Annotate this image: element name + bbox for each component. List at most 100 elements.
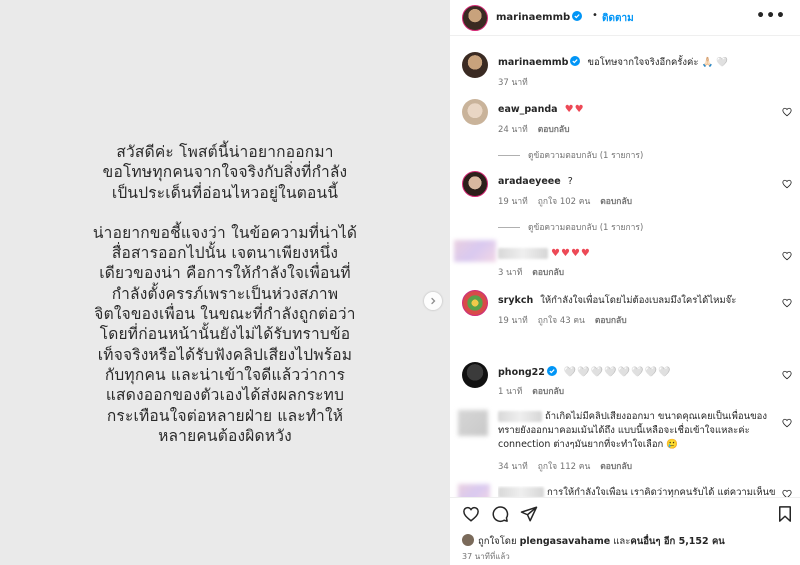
post-line: กระเทือนใจต่อหลายฝ่าย และทำให้	[106, 406, 344, 425]
comment-text: 🤍🤍🤍🤍🤍🤍🤍🤍	[563, 367, 672, 378]
post-line: ขอโทษทุกคนจากใจจริงกับสิ่งที่กำลัง	[102, 163, 348, 182]
follow-button[interactable]: ติดตาม	[602, 11, 634, 26]
blurred-username	[498, 487, 544, 497]
avatar[interactable]	[462, 290, 488, 316]
comment: phong22 🤍🤍🤍🤍🤍🤍🤍🤍	[498, 366, 768, 380]
reply-button[interactable]: ตอบกลับ	[600, 197, 632, 207]
comment-text: ทรายยังออกมาคอมเม้นได้ถึง แบบนี้เหลือจะเ…	[498, 425, 750, 436]
post-line: กับทุกคน และน่าเข้าใจดีแล้วว่าการ	[104, 365, 346, 384]
comment-meta: 3 นาที ตอบกลับ	[498, 265, 574, 279]
avatar[interactable]	[462, 5, 488, 31]
post-line: เป็นประเด็นที่อ่อนไหวอยู่ในตอนนี้	[111, 183, 339, 202]
avatar[interactable]	[458, 484, 490, 497]
comments-list: marinaemmb ขอโทษจากใจจริงอีกครั้งค่ะ 🙏🏻 …	[450, 37, 800, 497]
username-text: phong22	[498, 367, 545, 378]
next-image-button[interactable]	[424, 292, 442, 310]
comment-meta: 24 นาที ตอบกลับ	[498, 122, 580, 136]
like-comment-icon[interactable]	[782, 418, 792, 428]
caption-username[interactable]: marinaemmb	[498, 56, 581, 68]
verified-badge-icon	[546, 366, 557, 376]
blurred-username	[498, 248, 548, 259]
avatar[interactable]	[462, 534, 474, 546]
reply-button[interactable]: ตอบกลับ	[532, 387, 564, 397]
blurred-username	[498, 411, 542, 422]
post-timestamp: 37 นาทีที่แล้ว	[462, 552, 510, 561]
verified-badge-icon	[570, 56, 581, 66]
comment: aradaeyeee ?	[498, 175, 768, 189]
like-comment-icon[interactable]	[782, 489, 792, 497]
reply-button[interactable]: ตอบกลับ	[600, 462, 632, 472]
comment-username[interactable]: phong22	[498, 366, 557, 378]
avatar[interactable]	[462, 171, 488, 197]
comment-icon[interactable]	[491, 505, 509, 523]
comment-likes[interactable]: ถูกใจ 112 คน	[538, 462, 591, 472]
timestamp: 19 นาที	[498, 316, 528, 326]
reply-button[interactable]: ตอบกลับ	[538, 125, 570, 135]
share-icon[interactable]	[520, 505, 538, 523]
timestamp: 24 นาที	[498, 125, 528, 135]
post-image: สวัสดีค่ะ โพสต์นี้น่าอยากออกมา ขอโทษทุกค…	[0, 0, 450, 565]
comment-meta: 19 นาที ถูกใจ 43 คน ตอบกลับ	[498, 313, 637, 327]
action-bar	[450, 497, 800, 529]
bookmark-icon[interactable]	[776, 505, 794, 523]
caption-time: 37 นาที	[498, 75, 538, 89]
avatar[interactable]	[462, 99, 488, 125]
separator-dot: •	[592, 10, 598, 21]
likes-summary: ถูกใจโดย plengasavahame และคนอื่นๆ อีก 5…	[462, 534, 725, 549]
view-replies-button[interactable]: ดูข้อความตอบกลับ (1 รายการ)	[498, 220, 643, 234]
post-line: สวัสดีค่ะ โพสต์นี้น่าอยากออกมา	[116, 143, 334, 161]
post-header: marinaemmb • ติดตาม •••	[450, 0, 800, 36]
avatar[interactable]	[462, 52, 488, 78]
timestamp: 3 นาที	[498, 268, 523, 278]
liked-by-user[interactable]: plengasavahame	[520, 536, 611, 547]
comment-likes[interactable]: ถูกใจ 102 คน	[538, 197, 591, 207]
post-line: จิตใจของเพื่อน ในขณะที่กำลังถูกต่อว่า	[94, 305, 356, 324]
header-username[interactable]: marinaemmb	[496, 11, 583, 23]
caption-text: ขอโทษจากใจจริงอีกครั้งค่ะ 🙏🏻 🤍	[587, 57, 729, 68]
post-line: สื่อสารออกไปนั้น เจตนาเพียงหนึ่ง	[111, 244, 339, 263]
comment-username[interactable]: aradaeyeee	[498, 176, 561, 187]
comment-meta: 19 นาที ถูกใจ 102 คน ตอบกลับ	[498, 194, 642, 208]
chevron-right-icon	[431, 297, 436, 305]
divider	[498, 227, 520, 228]
view-replies-label: ดูข้อความตอบกลับ (1 รายการ)	[528, 151, 644, 161]
comment-username[interactable]: srykch	[498, 295, 533, 306]
timestamp: 37 นาที	[498, 78, 528, 88]
post-line: น่าอยากขอชี้แจงว่า ในข้อความที่น่าได้	[92, 223, 358, 242]
post-line: กำลังตั้งครรภ์เพราะเป็นห่วงสภาพ	[111, 284, 339, 303]
comment: ถ้าเกิดไม่มีคลิปเสียงออกมา ขนาดคุณเคยเป็…	[498, 410, 783, 452]
comment: eaw_panda ♥♥	[498, 103, 768, 117]
likes-prefix: ถูกใจโดย	[478, 536, 517, 547]
comment-username[interactable]: eaw_panda	[498, 104, 558, 115]
comment-text: ♥♥	[564, 104, 585, 115]
view-replies-label: ดูข้อความตอบกลับ (1 รายการ)	[528, 223, 644, 233]
avatar[interactable]	[462, 362, 488, 388]
verified-badge-icon	[572, 11, 583, 21]
avatar[interactable]	[458, 410, 488, 436]
like-comment-icon[interactable]	[782, 298, 792, 308]
avatar[interactable]	[454, 240, 496, 262]
post-line: เดียวของน่า คือการให้กำลังใจเพื่อนที่	[99, 264, 351, 283]
post-paragraph-1: สวัสดีค่ะ โพสต์นี้น่าอยากออกมา ขอโทษทุกค…	[0, 142, 450, 203]
comment-text: ♥♥♥♥	[551, 248, 591, 259]
like-comment-icon[interactable]	[782, 107, 792, 117]
divider	[498, 155, 520, 156]
like-icon[interactable]	[462, 505, 480, 523]
post-line: แสดงออกของตัวเองได้ส่งผลกระทบ	[105, 386, 345, 405]
likes-others[interactable]: คนอื่นๆ อีก 5,152 คน	[630, 536, 724, 547]
comment: srykch ให้กำลังใจเพื่อนโดยไม่ต้องเบลมมึง…	[498, 294, 768, 308]
reply-button[interactable]: ตอบกลับ	[595, 316, 627, 326]
view-replies-button[interactable]: ดูข้อความตอบกลับ (1 รายการ)	[498, 148, 643, 162]
post-line: เท็จจริงหรือได้รับฟังคลิปเสียงไปพร้อม	[97, 345, 353, 364]
more-options-icon[interactable]: •••	[756, 8, 786, 24]
like-comment-icon[interactable]	[782, 251, 792, 261]
comment-likes[interactable]: ถูกใจ 43 คน	[538, 316, 585, 326]
comment-text: connection ต่างๆมันยากที่จะทำใจเลือก 🥲	[498, 439, 679, 450]
comment: การให้กำลังใจเพื่อน เราคิดว่าทุกคนรับได้…	[498, 486, 783, 497]
username-text: marinaemmb	[496, 12, 571, 23]
reply-button[interactable]: ตอบกลับ	[532, 268, 564, 278]
comment-meta: 34 นาที ถูกใจ 112 คน ตอบกลับ	[498, 459, 642, 473]
post-line: หลายคนต้องผิดหวัง	[158, 426, 292, 445]
like-comment-icon[interactable]	[782, 179, 792, 189]
like-comment-icon[interactable]	[782, 370, 792, 380]
